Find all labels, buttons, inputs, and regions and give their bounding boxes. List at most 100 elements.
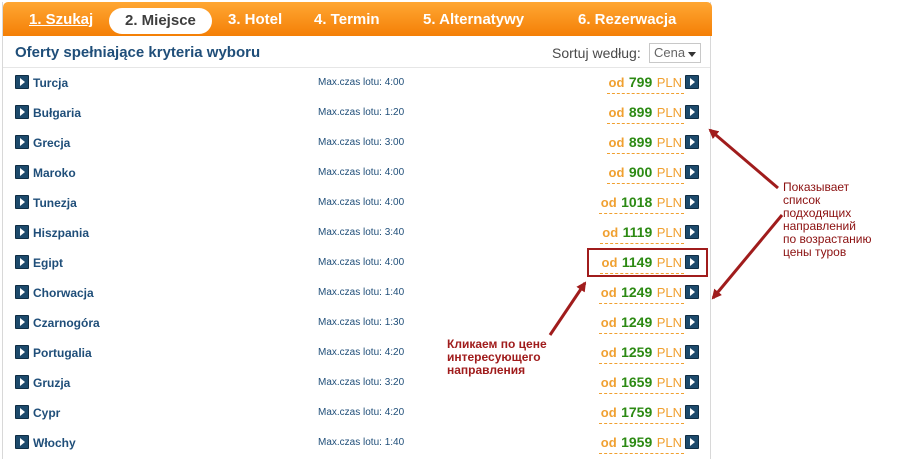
flight-time: Max.czas lotu: 3:00 xyxy=(318,137,405,148)
price-link[interactable]: od 1249 PLN xyxy=(598,312,684,334)
country-name[interactable]: Czarnogóra xyxy=(33,316,100,330)
go-arrow-icon[interactable] xyxy=(685,315,699,329)
sort-label: Sortuj według: xyxy=(552,45,641,61)
expand-arrow-icon[interactable] xyxy=(15,135,29,149)
price-currency: PLN xyxy=(656,225,682,240)
price-link[interactable]: od 899 PLN xyxy=(606,132,684,154)
expand-arrow-icon[interactable] xyxy=(15,345,29,359)
offers-widget: 1. Szukaj 2. Miejsce 3. Hotel 4. Termin … xyxy=(2,2,712,459)
price-link[interactable]: od 1119 PLN xyxy=(600,222,684,244)
price-from-label: od xyxy=(608,165,625,180)
price-link[interactable]: od 1759 PLN xyxy=(598,402,684,424)
go-arrow-icon[interactable] xyxy=(685,285,699,299)
step-date[interactable]: 4. Termin xyxy=(314,2,380,36)
price-currency: PLN xyxy=(656,195,682,210)
sort-select[interactable]: Cena xyxy=(649,43,701,63)
step-reservation[interactable]: 6. Rezerwacja xyxy=(578,2,676,36)
price-currency: PLN xyxy=(656,435,682,450)
step-hotel[interactable]: 3. Hotel xyxy=(228,2,282,36)
price-currency: PLN xyxy=(656,315,682,330)
country-name[interactable]: Cypr xyxy=(33,406,60,420)
price-from-label: od xyxy=(608,75,625,90)
price-currency: PLN xyxy=(656,375,682,390)
price-currency: PLN xyxy=(656,405,682,420)
country-name[interactable]: Tunezja xyxy=(33,196,77,210)
offer-row: Grecja Max.czas lotu: 3:00 od 899 PLN xyxy=(3,129,710,159)
step-search[interactable]: 1. Szukaj xyxy=(29,2,93,36)
price-amount: 1759 xyxy=(621,404,653,420)
flight-time: Max.czas lotu: 4:00 xyxy=(318,77,405,88)
price-amount: 799 xyxy=(628,74,653,90)
expand-arrow-icon[interactable] xyxy=(15,75,29,89)
go-arrow-icon[interactable] xyxy=(685,345,699,359)
offer-row: Cypr Max.czas lotu: 4:20 od 1759 PLN xyxy=(3,399,710,429)
annotation-sorted-list: Показывает список подходящих направлений… xyxy=(783,181,898,259)
step-alternatives[interactable]: 5. Alternatywy xyxy=(423,2,524,36)
expand-arrow-icon[interactable] xyxy=(15,165,29,179)
price-link[interactable]: od 1959 PLN xyxy=(598,432,684,454)
price-link[interactable]: od 1259 PLN xyxy=(598,342,684,364)
chevron-down-icon xyxy=(688,52,696,57)
expand-arrow-icon[interactable] xyxy=(15,105,29,119)
go-arrow-icon[interactable] xyxy=(685,195,699,209)
price-link[interactable]: od 799 PLN xyxy=(606,72,684,94)
flight-time: Max.czas lotu: 1:30 xyxy=(318,317,405,328)
expand-arrow-icon[interactable] xyxy=(15,315,29,329)
expand-arrow-icon[interactable] xyxy=(15,285,29,299)
go-arrow-icon[interactable] xyxy=(685,225,699,239)
price-amount: 899 xyxy=(628,134,653,150)
price-amount: 1119 xyxy=(622,224,653,240)
go-arrow-icon[interactable] xyxy=(685,375,699,389)
flight-time: Max.czas lotu: 4:00 xyxy=(318,197,405,208)
flight-time: Max.czas lotu: 4:20 xyxy=(318,347,405,358)
country-name[interactable]: Turcja xyxy=(33,76,68,90)
go-arrow-icon[interactable] xyxy=(685,435,699,449)
price-link[interactable]: od 1018 PLN xyxy=(598,192,684,214)
price-from-label: od xyxy=(600,315,617,330)
offer-row: Chorwacja Max.czas lotu: 1:40 od 1249 PLN xyxy=(3,279,710,309)
go-arrow-icon[interactable] xyxy=(685,405,699,419)
go-arrow-icon[interactable] xyxy=(685,75,699,89)
country-name[interactable]: Grecja xyxy=(33,136,70,150)
arrow-to-list-top xyxy=(708,128,779,190)
price-link[interactable]: od 1249 PLN xyxy=(598,282,684,304)
price-amount: 1249 xyxy=(621,314,653,330)
price-amount: 900 xyxy=(628,164,653,180)
expand-arrow-icon[interactable] xyxy=(15,225,29,239)
annotation-click-price: Кликаем по цене интересующего направлени… xyxy=(447,338,587,377)
step-destination[interactable]: 2. Miejsce xyxy=(109,8,212,34)
flight-time: Max.czas lotu: 1:20 xyxy=(318,107,405,118)
expand-arrow-icon[interactable] xyxy=(15,255,29,269)
price-from-label: od xyxy=(600,195,617,210)
price-amount: 1018 xyxy=(621,194,653,210)
country-name[interactable]: Maroko xyxy=(33,166,76,180)
country-name[interactable]: Bułgaria xyxy=(33,106,81,120)
flight-time: Max.czas lotu: 3:20 xyxy=(318,377,405,388)
country-name[interactable]: Egipt xyxy=(33,256,63,270)
country-name[interactable]: Chorwacja xyxy=(33,286,94,300)
price-link[interactable]: od 899 PLN xyxy=(606,102,684,124)
expand-arrow-icon[interactable] xyxy=(15,375,29,389)
country-name[interactable]: Włochy xyxy=(33,436,76,450)
expand-arrow-icon[interactable] xyxy=(15,405,29,419)
expand-arrow-icon[interactable] xyxy=(15,435,29,449)
offer-row: Tunezja Max.czas lotu: 4:00 od 1018 PLN xyxy=(3,189,710,219)
expand-arrow-icon[interactable] xyxy=(15,195,29,209)
country-name[interactable]: Portugalia xyxy=(33,346,92,360)
price-link[interactable]: od 900 PLN xyxy=(606,162,684,184)
annotation-line: направления xyxy=(447,363,526,377)
country-name[interactable]: Gruzja xyxy=(33,376,70,390)
price-link[interactable]: od 1659 PLN xyxy=(598,372,684,394)
price-from-label: od xyxy=(600,285,617,300)
go-arrow-icon[interactable] xyxy=(685,135,699,149)
go-arrow-icon[interactable] xyxy=(685,105,699,119)
price-from-label: od xyxy=(602,225,619,240)
price-amount: 1259 xyxy=(621,344,653,360)
annotation-line: цены туров xyxy=(783,245,847,259)
offer-row: Bułgaria Max.czas lotu: 1:20 od 899 PLN xyxy=(3,99,710,129)
go-arrow-icon[interactable] xyxy=(685,165,699,179)
country-name[interactable]: Hiszpania xyxy=(33,226,89,240)
price-from-label: od xyxy=(600,435,617,450)
booking-steps-bar: 1. Szukaj 2. Miejsce 3. Hotel 4. Termin … xyxy=(3,2,712,36)
price-currency: PLN xyxy=(656,165,682,180)
